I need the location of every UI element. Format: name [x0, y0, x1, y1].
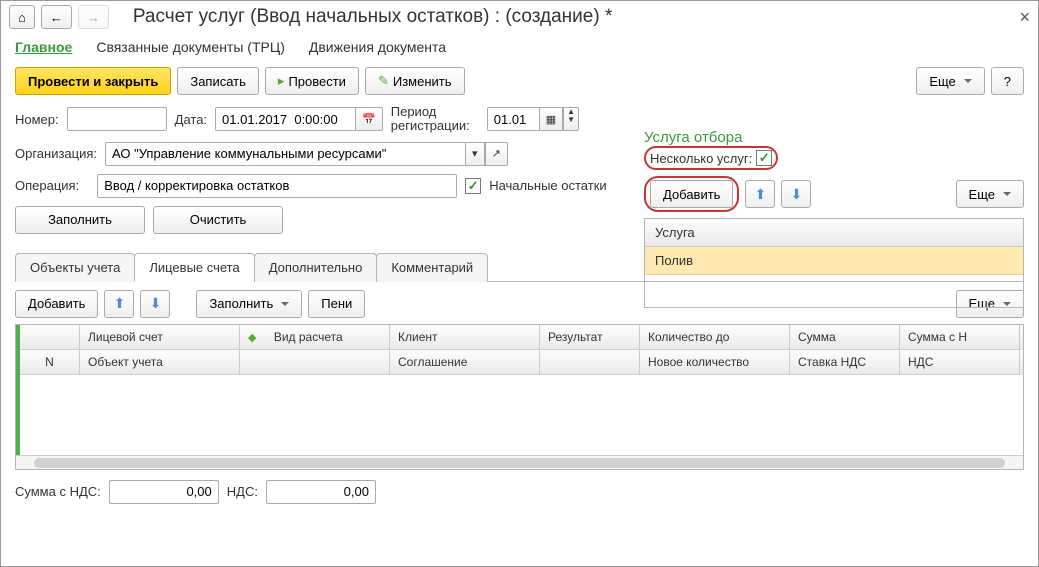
col-agreement[interactable]: Соглашение: [390, 350, 540, 375]
back-button[interactable]: ←: [41, 5, 72, 29]
save-button[interactable]: Записать: [177, 67, 259, 95]
sum-vat-label: Сумма с НДС:: [15, 484, 101, 499]
org-label: Организация:: [15, 146, 97, 161]
close-icon[interactable]: ×: [1019, 7, 1030, 28]
move-up-button[interactable]: ⬆: [745, 180, 775, 208]
tab-objects[interactable]: Объекты учета: [15, 253, 135, 282]
page-title: Расчет услуг (Ввод начальных остатков) :…: [133, 6, 612, 28]
col-account[interactable]: Лицевой счет: [80, 325, 240, 350]
op-label: Операция:: [15, 178, 79, 193]
vat-label: НДС:: [227, 484, 258, 499]
col-object[interactable]: Объект учета: [80, 350, 240, 375]
col-result[interactable]: Результат: [540, 325, 640, 350]
col-qty-before[interactable]: Количество до: [640, 325, 790, 350]
arrow-up-icon: ⬆: [755, 186, 767, 203]
post-close-button[interactable]: Провести и закрыть: [15, 67, 171, 95]
post-icon: ▸: [278, 73, 285, 89]
h-scrollbar[interactable]: [16, 455, 1023, 469]
col-vat[interactable]: НДС: [900, 350, 1020, 375]
date-input[interactable]: [215, 107, 355, 131]
tree-icon: ◆: [248, 331, 256, 344]
move-down-button[interactable]: ⬇: [781, 180, 811, 208]
col-sum[interactable]: Сумма: [790, 325, 900, 350]
col-n[interactable]: N: [20, 350, 80, 375]
grid-up-button[interactable]: ⬆: [104, 290, 134, 318]
pencil-icon: ✎: [378, 73, 389, 89]
arrow-down-icon: ⬇: [150, 295, 162, 312]
date-label: Дата:: [175, 112, 207, 127]
number-input[interactable]: [67, 107, 167, 131]
grid-fill-button[interactable]: Заполнить: [196, 290, 302, 318]
svc-table: Услуга Полив: [644, 218, 1024, 308]
tab-additional[interactable]: Дополнительно: [254, 253, 378, 282]
vat-input[interactable]: [266, 480, 376, 504]
period-calendar-icon[interactable]: ▦: [539, 107, 563, 131]
col-sum-vat[interactable]: Сумма с Н: [900, 325, 1020, 350]
op-input[interactable]: [97, 174, 457, 198]
more-button[interactable]: Еще: [916, 67, 984, 95]
grid-down-button[interactable]: ⬇: [140, 290, 170, 318]
clear-button[interactable]: Очистить: [153, 206, 283, 234]
col-rate[interactable]: Ставка НДС: [790, 350, 900, 375]
org-input[interactable]: [105, 142, 465, 166]
post-button[interactable]: ▸Провести: [265, 67, 359, 95]
tab-movements[interactable]: Движения документа: [309, 39, 446, 55]
org-open-icon[interactable]: ↗: [485, 142, 508, 166]
multi-label: Несколько услуг:: [650, 151, 752, 166]
edit-button[interactable]: ✎Изменить: [365, 67, 465, 95]
period-label: Период регистрации:: [391, 105, 479, 134]
grid-add-button[interactable]: Добавить: [15, 290, 98, 318]
tab-main[interactable]: Главное: [15, 39, 72, 55]
arrow-down-icon: ⬇: [791, 186, 803, 203]
svc-row[interactable]: Полив: [645, 247, 1023, 275]
period-input[interactable]: [487, 107, 539, 131]
arrow-left-icon: ←: [50, 10, 63, 25]
tab-comment[interactable]: Комментарий: [376, 253, 488, 282]
arrow-right-icon: →: [87, 10, 100, 25]
initial-checkbox[interactable]: [465, 178, 481, 194]
help-button[interactable]: ?: [991, 67, 1024, 95]
grid: Лицевой счет ◆ Вид расчета Клиент Резуль…: [15, 324, 1024, 470]
svc-add-button[interactable]: Добавить: [650, 180, 733, 208]
col-qty-new[interactable]: Новое количество: [640, 350, 790, 375]
home-icon: ⌂: [18, 10, 26, 25]
org-dropdown-icon[interactable]: ▾: [465, 142, 485, 166]
multi-checkbox[interactable]: [756, 150, 772, 166]
tab-accounts[interactable]: Лицевые счета: [134, 253, 254, 282]
number-label: Номер:: [15, 112, 59, 127]
svc-title: Услуга отбора: [644, 129, 1024, 146]
penalty-button[interactable]: Пени: [308, 290, 365, 318]
col-client[interactable]: Клиент: [390, 325, 540, 350]
tab-linked[interactable]: Связанные документы (ТРЦ): [96, 39, 285, 55]
svc-col-header[interactable]: Услуга: [645, 219, 1023, 247]
sum-vat-input[interactable]: [109, 480, 219, 504]
calendar-icon[interactable]: 📅: [355, 107, 383, 131]
period-spinner[interactable]: ▲▼: [563, 107, 579, 131]
svc-more-button[interactable]: Еще: [956, 180, 1024, 208]
home-button[interactable]: ⌂: [9, 5, 35, 29]
forward-button: →: [78, 5, 109, 29]
initial-label: Начальные остатки: [489, 178, 606, 193]
arrow-up-icon: ⬆: [114, 295, 126, 312]
col-calc[interactable]: ◆ Вид расчета: [240, 325, 390, 350]
fill-button[interactable]: Заполнить: [15, 206, 145, 234]
